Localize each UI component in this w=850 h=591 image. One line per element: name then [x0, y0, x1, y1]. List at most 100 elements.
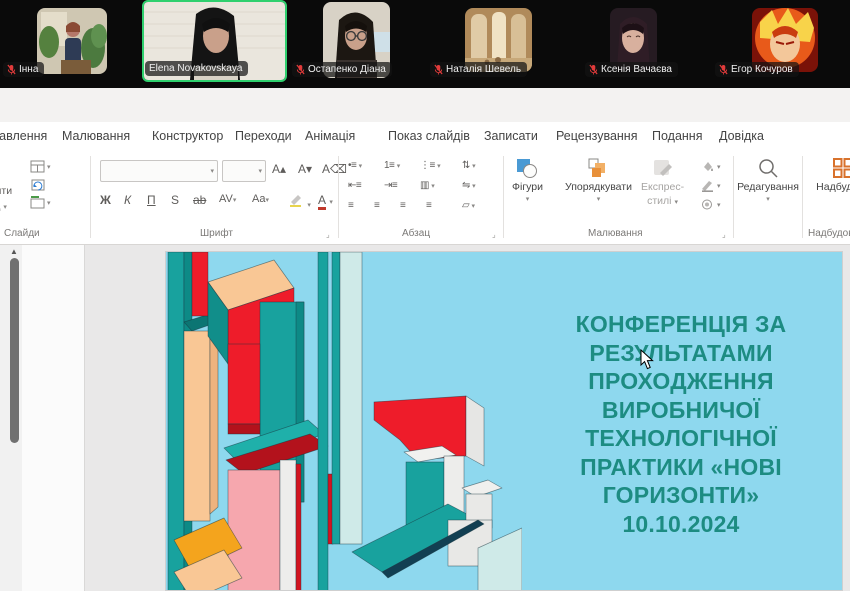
arrange-button[interactable]: Упорядкувати ▾	[565, 157, 632, 203]
participant-video-ksenia[interactable]	[610, 8, 657, 70]
tab-view[interactable]: Подання	[652, 129, 702, 143]
line-spacing-icon: ⇅	[462, 160, 470, 171]
increase-indent-button[interactable]: ⇥≡	[384, 180, 397, 191]
office-titlebar: ↶ ↻ ▾ КОНФЕРЕНЦІЯ ЗА РЕЗУЛЬТАТАМИ ПРОХОД…	[0, 88, 850, 122]
shape-fill-button[interactable]: ▾	[700, 160, 721, 173]
line-spacing-button[interactable]: ⇅ ▾	[462, 160, 475, 171]
justify-button[interactable]: ≡	[426, 200, 431, 211]
align-left-button[interactable]: ≡	[348, 200, 353, 211]
smartart-icon: ▱	[462, 200, 469, 211]
scroll-up-arrow[interactable]: ▲	[10, 247, 18, 256]
font-name-combobox[interactable]: ▾	[100, 160, 218, 182]
font-size-combobox[interactable]: ▾	[222, 160, 266, 182]
participant-strip: Інна Elena Novakovskaya Остапенко Діана …	[0, 0, 850, 88]
tab-record[interactable]: Записати	[484, 129, 538, 143]
shapes-icon	[516, 157, 538, 179]
quick-styles-label-2: стилі	[647, 195, 671, 207]
group-separator	[90, 156, 91, 238]
city-illustration	[166, 252, 522, 591]
section-icon	[30, 196, 45, 209]
shapes-label: Фігури	[512, 181, 543, 193]
grow-font-button[interactable]: А▴	[272, 162, 286, 176]
text-direction-button[interactable]: ⇋ ▾	[462, 180, 475, 191]
clear-formatting-icon: А⌫	[322, 162, 347, 176]
slide-title-line: ГОРИЗОНТИ»	[528, 481, 834, 510]
justify-icon: ≡	[426, 200, 431, 211]
quick-styles-button[interactable]: Експрес- стилі ▾	[641, 157, 684, 207]
columns-button[interactable]: ▥ ▾	[420, 180, 434, 191]
decrease-indent-button[interactable]: ⇤≡	[348, 180, 361, 191]
chevron-down-icon: ▾	[717, 163, 721, 171]
tab-review[interactable]: Рецензування	[556, 129, 637, 143]
underline-button[interactable]: П	[147, 193, 156, 207]
tab-help[interactable]: Довідка	[719, 129, 764, 143]
align-center-button[interactable]: ≡	[374, 200, 379, 211]
chevron-down-icon: ▾	[431, 183, 434, 190]
shrink-font-icon: А▾	[298, 162, 312, 176]
tab-design[interactable]: Конструктор	[152, 129, 223, 143]
participant-chip: Ксенія Вачаєва	[585, 62, 678, 77]
smartart-convert-button[interactable]: ▱ ▾	[462, 200, 475, 211]
character-spacing-button[interactable]: AV▾	[219, 193, 236, 205]
tab-insert[interactable]: Вставлення	[0, 129, 47, 143]
participant-name: Інна	[19, 64, 38, 75]
bullets-button[interactable]: •≡ ▾	[348, 160, 362, 171]
shrink-font-button[interactable]: А▾	[298, 162, 312, 176]
chevron-down-icon: ▾	[472, 183, 475, 190]
participant-video-inna[interactable]	[37, 8, 107, 74]
change-case-button[interactable]: Aa▾	[252, 193, 269, 205]
grow-font-icon: А▴	[272, 162, 286, 176]
mic-muted-icon	[296, 64, 305, 75]
font-dialog-launcher[interactable]: ⌟	[326, 230, 330, 239]
arrange-icon	[587, 157, 609, 179]
tab-animations[interactable]: Анімація	[305, 129, 355, 143]
numbering-button[interactable]: 1≡ ▾	[384, 160, 400, 171]
shapes-button[interactable]: Фігури ▾	[512, 157, 543, 203]
slide-title-line: КОНФЕРЕНЦІЯ ЗА	[528, 310, 834, 339]
section-button[interactable]: ▾	[30, 196, 51, 209]
italic-button[interactable]: К	[124, 193, 131, 207]
tab-transitions[interactable]: Переходи	[235, 129, 292, 143]
clear-formatting-button[interactable]: А⌫	[322, 162, 347, 176]
slide-layout-button[interactable]: ▾	[30, 160, 51, 173]
screen: Інна Elena Novakovskaya Остапенко Діана …	[0, 0, 850, 591]
scrollbar-thumb[interactable]	[10, 258, 19, 443]
bullets-icon: •≡	[348, 160, 356, 171]
editing-button[interactable]: Редагування ▾	[737, 157, 799, 203]
shape-outline-button[interactable]: ▾	[700, 179, 721, 192]
editing-search-icon	[757, 157, 779, 179]
group-separator	[733, 156, 734, 238]
shape-fill-icon	[700, 160, 715, 173]
chevron-down-icon: ▾	[265, 197, 269, 204]
tab-draw[interactable]: Малювання	[62, 129, 130, 143]
strikethrough-button[interactable]: ab	[193, 193, 206, 207]
shape-effects-button[interactable]: ▾	[700, 198, 721, 211]
group-separator	[338, 156, 339, 238]
text-direction-icon: ⇋	[462, 180, 470, 191]
align-right-button[interactable]: ≡	[400, 200, 405, 211]
mouse-cursor	[640, 349, 654, 370]
slide[interactable]: КОНФЕРЕНЦІЯ ЗА РЕЗУЛЬТАТАМИ ПРОХОДЖЕННЯ …	[165, 251, 843, 591]
bold-button[interactable]: Ж	[100, 193, 111, 207]
new-slide-button[interactable]: Створити слайд ▾	[0, 184, 12, 215]
decrease-indent-icon: ⇤≡	[348, 180, 361, 191]
slide-title[interactable]: КОНФЕРЕНЦІЯ ЗА РЕЗУЛЬТАТАМИ ПРОХОДЖЕННЯ …	[528, 310, 834, 538]
quick-styles-line2: стилі ▾	[647, 195, 678, 207]
paragraph-dialog-launcher[interactable]: ⌟	[492, 230, 496, 239]
chevron-down-icon: ▾	[233, 197, 237, 204]
multilevel-list-button[interactable]: ⋮≡ ▾	[420, 160, 440, 171]
reset-slide-button[interactable]	[30, 178, 45, 191]
highlight-button[interactable]: ▾	[288, 193, 311, 210]
slide-thumbnail-pane[interactable]	[22, 245, 85, 591]
quick-styles-icon	[652, 157, 674, 179]
drawing-dialog-launcher[interactable]: ⌟	[722, 230, 726, 239]
slide-layout-icon	[30, 160, 45, 173]
chevron-down-icon: ▾	[397, 163, 400, 170]
font-color-button[interactable]: А ▾	[318, 193, 333, 207]
text-shadow-button[interactable]: S	[171, 193, 179, 207]
chevron-down-icon: ▾	[717, 201, 721, 209]
addins-button[interactable]: Надбудови	[808, 157, 850, 193]
mic-muted-icon	[7, 64, 16, 75]
tab-slideshow[interactable]: Показ слайдів	[388, 129, 470, 143]
participant-name: Elena Novakovskaya	[149, 63, 242, 74]
